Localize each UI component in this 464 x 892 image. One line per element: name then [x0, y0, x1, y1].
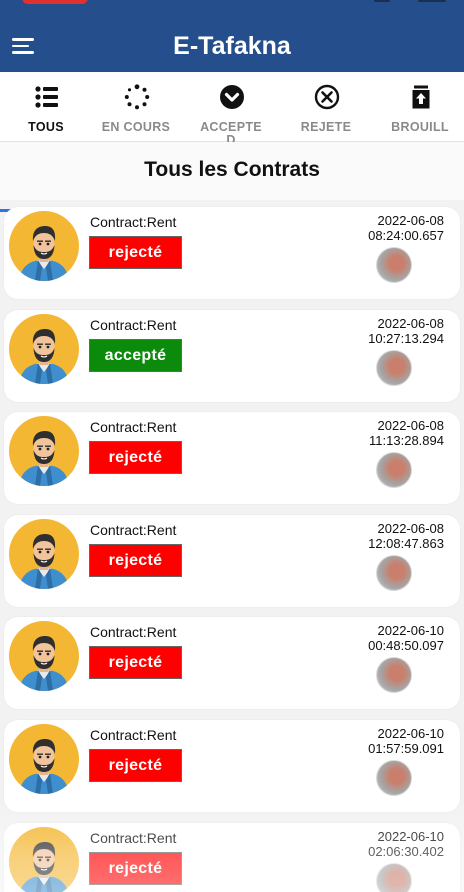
tab-label: REJETE [300, 120, 352, 134]
contract-date: 2022-06-10 00:48:50.097 [334, 623, 444, 653]
person-avatar-icon [19, 431, 69, 487]
user-avatar[interactable] [376, 452, 412, 489]
status-badge[interactable]: rejecté [89, 236, 182, 269]
avatar [9, 621, 79, 692]
contract-type: Contract:Rent [90, 521, 177, 538]
contract-type: Contract:Rent [90, 829, 177, 846]
status-badge[interactable]: rejecté [89, 646, 182, 680]
avatar [9, 211, 79, 281]
contract-type: Contract:Rent [90, 727, 177, 743]
app-header: E-Tafakna [0, 22, 464, 72]
close-circle-icon [314, 84, 340, 110]
person-avatar-icon [19, 226, 69, 281]
contract-type: Contract:Rent [90, 316, 177, 333]
contract-date-day: 2022-06-08 [377, 315, 445, 331]
contract-date: 2022-06-08 12:08:47.863 [334, 521, 444, 551]
contract-date-day: 2022-06-08 [377, 213, 445, 228]
person-avatar-icon [19, 328, 69, 384]
contract-card[interactable]: Contract:Rent rejecté 2022-06-10 02:06:30… [4, 822, 460, 892]
contract-date-day: 2022-06-10 [377, 726, 445, 741]
status-bar [0, 0, 464, 22]
contract-date-day: 2022-06-08 [377, 520, 445, 536]
avatar [9, 313, 79, 384]
tab-en-cours[interactable]: EN COURS [90, 72, 182, 142]
status-badge[interactable]: accepté [89, 338, 182, 372]
user-avatar[interactable] [376, 554, 412, 591]
battery-icon [418, 0, 446, 2]
contract-card[interactable]: Contract:Rent accepté 2022-06-08 10:27:13… [4, 309, 460, 402]
status-badge[interactable]: rejecté [89, 543, 182, 577]
tab-accepted[interactable]: ACCEPTED [185, 72, 277, 143]
contract-type: Contract:Rent [90, 624, 177, 641]
tab-label: TOUS [28, 120, 64, 134]
contract-date: 2022-06-08 08:24:00.657 [334, 213, 444, 243]
avatar [9, 518, 79, 589]
contract-card[interactable]: Contract:Rent rejecté 2022-06-08 12:08:47… [4, 514, 460, 607]
avatar [9, 724, 79, 794]
tab-tous[interactable]: TOUS [0, 72, 92, 142]
person-avatar-icon [19, 533, 69, 589]
user-avatar[interactable] [376, 657, 412, 694]
draft-upload-icon [412, 85, 430, 109]
tab-label: BROUILL [391, 120, 449, 134]
tab-label: EN COURS [101, 120, 171, 134]
user-avatar[interactable] [376, 247, 412, 283]
person-avatar-icon [19, 739, 69, 794]
contract-date-time: 08:24:00.657 [368, 228, 444, 243]
signal-icon [374, 0, 390, 2]
contract-card[interactable]: Contract:Rent rejecté 2022-06-10 00:48:50… [4, 617, 460, 710]
contract-type: Contract:Rent [90, 419, 177, 436]
contract-date-day: 2022-06-10 [377, 623, 445, 639]
contract-date-time: 10:27:13.294 [368, 330, 444, 346]
contract-card[interactable]: Contract:Rent rejecté 2022-06-08 11:13:28… [4, 412, 460, 505]
contract-date-time: 02:06:30.402 [368, 843, 444, 859]
person-avatar-icon [19, 636, 69, 692]
app-title: E-Tafakna [173, 32, 291, 60]
person-avatar-icon [19, 841, 69, 892]
list-icon [35, 86, 58, 108]
user-avatar[interactable] [376, 760, 412, 796]
spinner-icon [124, 84, 150, 110]
status-badge[interactable]: rejecté [89, 441, 182, 475]
contract-date-day: 2022-06-08 [377, 418, 445, 434]
status-indicator [22, 0, 88, 4]
tab-brouillon[interactable]: BROUILL [374, 72, 464, 142]
contract-date-time: 12:08:47.863 [368, 535, 444, 551]
tab-label: ACCEPTED [200, 121, 262, 143]
contract-date: 2022-06-08 11:13:28.894 [334, 418, 444, 448]
avatar [9, 826, 79, 892]
page-title: Tous les Contrats [144, 158, 320, 181]
contract-card[interactable]: Contract:Rent rejecté 2022-06-10 01:57:59… [4, 720, 460, 812]
contract-card[interactable]: Contract:Rent rejecté 2022-06-08 08:24:00… [4, 207, 460, 299]
tab-rejete[interactable]: REJETE [280, 72, 372, 142]
user-avatar[interactable] [376, 862, 412, 892]
contract-date: 2022-06-10 02:06:30.402 [334, 829, 444, 859]
contract-date: 2022-06-10 01:57:59.091 [334, 726, 444, 756]
user-avatar[interactable] [376, 349, 412, 386]
contract-type: Contract:Rent [90, 214, 177, 230]
status-badge[interactable]: rejecté [89, 851, 182, 885]
contract-date-day: 2022-06-10 [377, 828, 445, 844]
avatar [9, 416, 79, 487]
contract-date-time: 01:57:59.091 [368, 741, 444, 756]
contract-date-time: 11:13:28.894 [369, 433, 444, 449]
status-badge[interactable]: rejecté [89, 749, 182, 782]
contract-date-time: 00:48:50.097 [368, 638, 444, 654]
tab-bar: TOUS EN COURS ACCEPTED REJETE BROUILL [0, 72, 464, 212]
chevron-down-circle-icon [220, 85, 244, 109]
contract-date: 2022-06-08 10:27:13.294 [334, 316, 444, 346]
